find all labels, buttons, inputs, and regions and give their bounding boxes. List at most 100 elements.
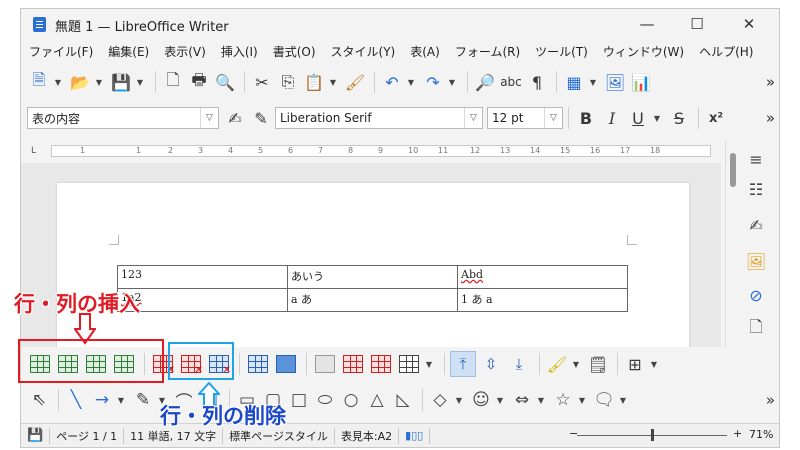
align-center-button[interactable]: ⇳ xyxy=(478,351,504,377)
document-modified-icon[interactable]: 💾 xyxy=(21,427,51,444)
select-pointer-icon[interactable]: ⇖ xyxy=(27,388,51,412)
table-cell-a2[interactable]: 1a2 xyxy=(117,288,288,312)
zoom-level[interactable]: 71% xyxy=(749,428,773,441)
block-arrows-icon[interactable]: ⇔ xyxy=(510,388,534,412)
callout-dropdown-arrow[interactable]: ▼ xyxy=(618,396,628,405)
menu-form[interactable]: フォーム(R) xyxy=(455,43,520,60)
menu-help[interactable]: ヘルプ(H) xyxy=(699,43,753,60)
background-dropdown-arrow[interactable]: ▼ xyxy=(571,360,581,369)
undo-dropdown-arrow[interactable]: ▼ xyxy=(406,78,416,87)
zoom-slider-handle[interactable] xyxy=(651,429,654,441)
menu-edit[interactable]: 編集(E) xyxy=(108,43,149,60)
update-style-icon[interactable]: ✍ xyxy=(223,106,247,130)
insert-chart-icon[interactable]: 📊 xyxy=(629,70,653,94)
merge-cells-icon[interactable] xyxy=(312,352,338,376)
save-dropdown-arrow[interactable]: ▼ xyxy=(135,78,145,87)
close-button[interactable]: ✕ xyxy=(729,13,769,35)
redo-icon[interactable]: ↷ xyxy=(421,70,445,94)
minimize-button[interactable]: — xyxy=(627,13,667,35)
chevron-down-icon[interactable]: ▽ xyxy=(200,108,218,128)
open-folder-icon[interactable]: 📂 xyxy=(68,70,92,94)
table-cell-background-icon[interactable]: 🖌 xyxy=(545,352,569,376)
optimize-dropdown-arrow[interactable]: ▼ xyxy=(424,360,434,369)
document-page[interactable]: 123 あいう Abd 1a2 a あ 1 あ a xyxy=(57,183,689,347)
zoom-out-button[interactable]: − xyxy=(569,427,578,440)
chevron-down-icon[interactable]: ▽ xyxy=(544,108,562,128)
document-table[interactable]: 123 あいう Abd 1a2 a あ 1 あ a xyxy=(117,265,628,312)
superscript-button[interactable]: x² xyxy=(704,106,728,130)
underline-dropdown-arrow[interactable]: ▼ xyxy=(652,114,662,123)
basic-shapes-dropdown-arrow[interactable]: ▼ xyxy=(454,396,464,405)
ellipse-icon[interactable]: ⬭ xyxy=(313,388,337,412)
table-cell-a1[interactable]: 123 xyxy=(117,265,288,289)
curve-icon[interactable]: ✎ xyxy=(131,388,155,412)
menu-table[interactable]: 表(A) xyxy=(410,43,440,60)
table-cell-c2[interactable]: 1 あ a xyxy=(457,288,628,312)
menu-format[interactable]: 書式(O) xyxy=(273,43,316,60)
zoom-in-button[interactable]: + xyxy=(733,427,742,440)
underline-button[interactable]: U xyxy=(626,106,650,130)
sidebar-menu-icon[interactable]: ≡ xyxy=(744,147,768,171)
new-style-icon[interactable]: ✎ xyxy=(249,106,273,130)
view-layout-icons[interactable]: ▮▯▯ xyxy=(399,427,431,444)
right-triangle-icon[interactable]: ◺ xyxy=(391,388,415,412)
copy-icon[interactable]: ⎘ xyxy=(276,70,300,94)
open-dropdown-arrow[interactable]: ▼ xyxy=(94,78,104,87)
insert-table-icon[interactable]: ▦ xyxy=(562,70,586,94)
table-cell-b1[interactable]: あいう xyxy=(287,265,458,289)
tab-stop-selector[interactable]: L xyxy=(31,146,36,156)
new-document-icon[interactable]: 🗎 xyxy=(27,70,51,94)
paragraph-style-select[interactable]: 表の内容 ▽ xyxy=(27,107,219,129)
print-preview-icon[interactable]: 🔍 xyxy=(213,70,237,94)
clone-formatting-icon[interactable]: 🖌 xyxy=(343,70,367,94)
line-arrow-icon[interactable]: → xyxy=(90,388,114,412)
menu-view[interactable]: 表示(V) xyxy=(164,43,206,60)
italic-button[interactable]: I xyxy=(600,106,624,130)
export-pdf-icon[interactable]: 🗋 xyxy=(161,70,185,94)
optimize-size-icon[interactable] xyxy=(396,352,422,376)
bold-button[interactable]: B xyxy=(574,106,598,130)
square-icon[interactable]: □ xyxy=(287,388,311,412)
formatting-marks-icon[interactable]: ¶ xyxy=(525,70,549,94)
star-icon[interactable]: ☆ xyxy=(551,388,575,412)
gallery-icon[interactable]: 🖼 xyxy=(744,249,768,273)
symbol-shapes-dropdown-arrow[interactable]: ▼ xyxy=(495,396,505,405)
properties-icon[interactable]: ☷ xyxy=(744,177,768,201)
find-replace-icon[interactable]: 🔎 xyxy=(473,70,497,94)
paste-dropdown-arrow[interactable]: ▼ xyxy=(328,78,338,87)
table-properties-icon[interactable]: 🗒 xyxy=(586,352,610,376)
menu-file[interactable]: ファイル(F) xyxy=(29,43,93,60)
borders-dropdown-arrow[interactable]: ▼ xyxy=(649,360,659,369)
block-arrows-dropdown-arrow[interactable]: ▼ xyxy=(536,396,546,405)
align-bottom-button[interactable]: ⤓ xyxy=(506,351,532,377)
font-size-select[interactable]: 12 pt ▽ xyxy=(487,107,563,129)
page-icon[interactable]: 🗋 xyxy=(744,317,768,341)
menu-tools[interactable]: ツール(T) xyxy=(535,43,588,60)
strikethrough-button[interactable]: S xyxy=(667,106,691,130)
select-table-icon[interactable] xyxy=(273,352,299,376)
new-dropdown-arrow[interactable]: ▼ xyxy=(53,78,63,87)
vertical-scrollbar[interactable] xyxy=(730,153,736,187)
menu-insert[interactable]: 挿入(I) xyxy=(221,43,258,60)
more-format-chevron-icon[interactable]: » xyxy=(766,109,775,127)
horizontal-ruler[interactable]: 1 1 2 3 4 5 6 7 8 9 10 11 12 13 14 15 16… xyxy=(51,145,711,157)
line-icon[interactable]: ╲ xyxy=(64,388,88,412)
menu-styles[interactable]: スタイル(Y) xyxy=(331,43,396,60)
triangle-icon[interactable]: △ xyxy=(365,388,389,412)
split-cells-icon[interactable] xyxy=(340,352,366,376)
menu-window[interactable]: ウィンドウ(W) xyxy=(603,43,684,60)
more-tools-chevron-icon[interactable]: » xyxy=(766,73,775,91)
line-dropdown-arrow[interactable]: ▼ xyxy=(116,396,126,405)
paste-icon[interactable]: 📋 xyxy=(302,70,326,94)
save-icon[interactable]: 💾 xyxy=(109,70,133,94)
table-cell-c1[interactable]: Abd xyxy=(457,265,628,289)
align-top-button[interactable]: ⤒ xyxy=(450,351,476,377)
navigator-icon[interactable]: ⊘ xyxy=(744,283,768,307)
stars-dropdown-arrow[interactable]: ▼ xyxy=(577,396,587,405)
spellcheck-icon[interactable]: abc xyxy=(499,70,523,94)
smiley-icon[interactable]: ☺ xyxy=(469,388,493,412)
circle-icon[interactable]: ○ xyxy=(339,388,363,412)
table-cell-b2[interactable]: a あ xyxy=(287,288,458,312)
select-cell-icon[interactable] xyxy=(245,352,271,376)
document-canvas[interactable]: 123 あいう Abd 1a2 a あ 1 あ a xyxy=(21,163,721,347)
